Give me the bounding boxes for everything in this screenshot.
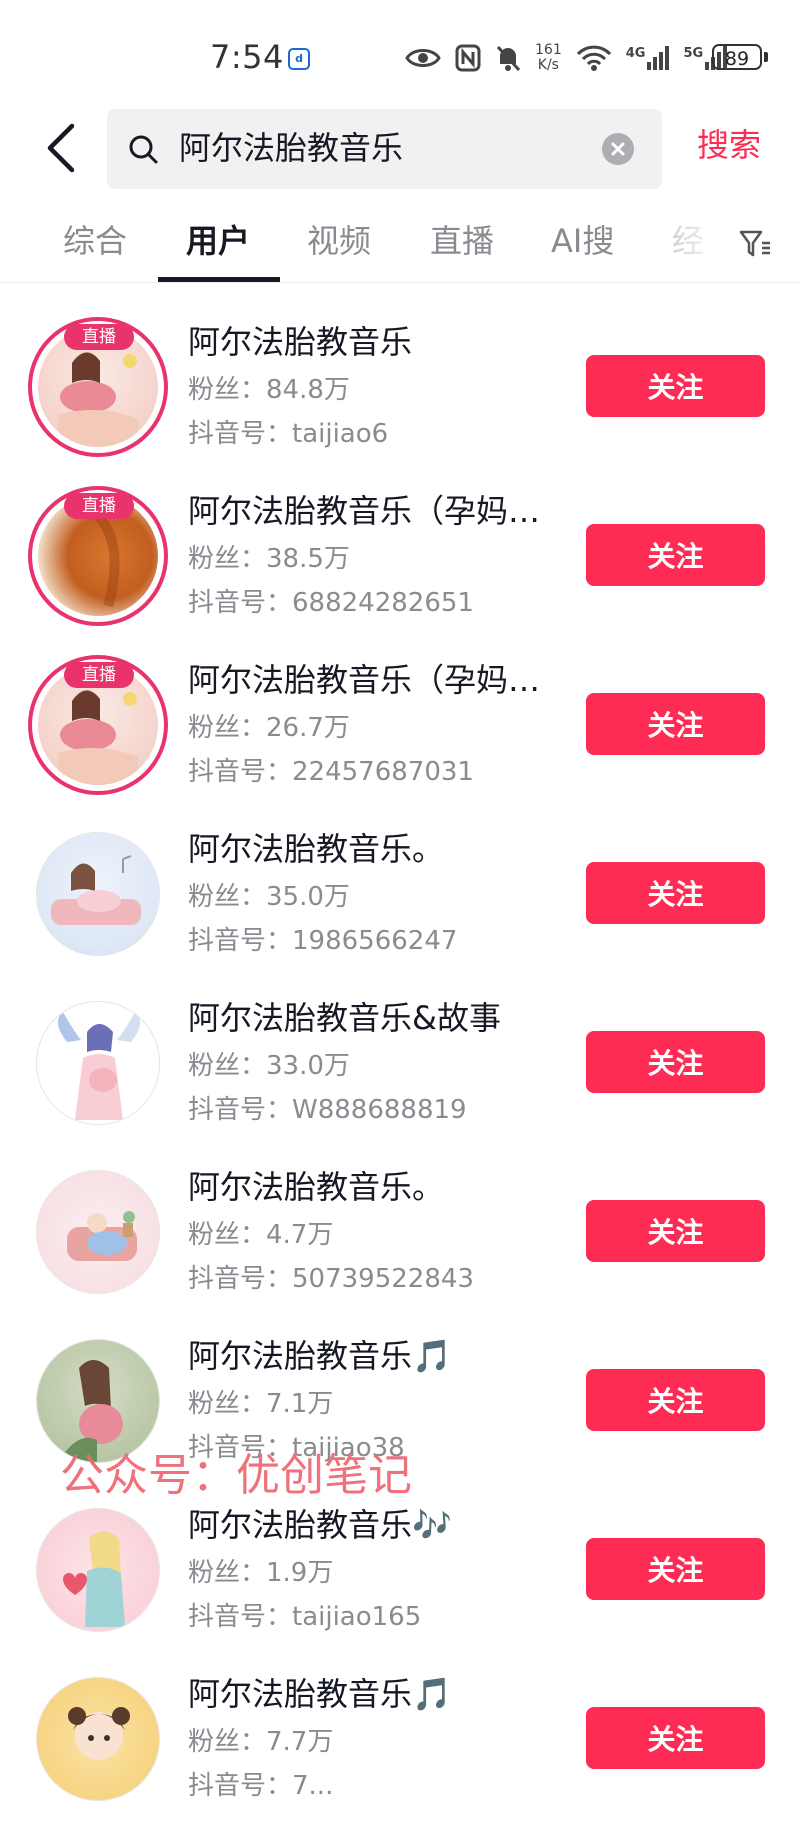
- network-speed-unit: K/s: [537, 57, 559, 73]
- fans-count: 粉丝：33.0万: [188, 1051, 350, 1081]
- search-button[interactable]: 搜索: [697, 125, 761, 165]
- battery-indicator: 89: [712, 44, 762, 70]
- user-name[interactable]: 阿尔法胎教音乐🎶: [188, 1503, 558, 1547]
- status-icons: 161 K/s 4G 5G: [405, 38, 728, 78]
- avatar-image: [36, 1001, 160, 1125]
- douyin-id: 抖音号：68824282651: [188, 588, 474, 618]
- watermark: 公众号：优创笔记: [60, 1450, 412, 1501]
- status-bar: 7:54 d 161 K/s 4G 5G 89: [0, 0, 800, 100]
- nfc-icon: [455, 44, 481, 72]
- fans-count: 粉丝：7.1万: [188, 1389, 334, 1419]
- list-item[interactable]: 阿尔法胎教音乐。 粉丝：4.7万 抖音号：50739522843 关注: [0, 1145, 800, 1314]
- avatar[interactable]: [28, 824, 168, 964]
- user-name[interactable]: 阿尔法胎教音乐（孕妈…: [188, 658, 558, 702]
- douyin-id: 抖音号：taijiao165: [188, 1602, 422, 1632]
- live-badge: 直播: [64, 324, 134, 350]
- avatar-image: [36, 832, 160, 956]
- follow-button[interactable]: 关注: [586, 1031, 765, 1093]
- signal-4g-label: 4G: [625, 46, 646, 61]
- fans-count: 粉丝：7.7万: [188, 1727, 334, 1757]
- tab-comprehensive[interactable]: 综合: [63, 221, 127, 261]
- douyin-id: 抖音号：7...: [188, 1771, 334, 1801]
- avatar-image: [36, 1339, 160, 1463]
- avatar[interactable]: [28, 1500, 168, 1640]
- list-item[interactable]: 阿尔法胎教音乐🎵 粉丝：7.7万 抖音号：7... 关注: [0, 1652, 800, 1821]
- wifi-icon: [576, 44, 612, 72]
- avatar[interactable]: [28, 1669, 168, 1809]
- fans-count: 粉丝：4.7万: [188, 1220, 334, 1250]
- user-name[interactable]: 阿尔法胎教音乐。: [188, 827, 558, 871]
- follow-button[interactable]: 关注: [586, 1200, 765, 1262]
- live-badge: 直播: [64, 662, 134, 688]
- fans-count: 粉丝：1.9万: [188, 1558, 334, 1588]
- eye-icon: [405, 46, 441, 70]
- user-name[interactable]: 阿尔法胎教音乐&故事: [188, 996, 558, 1040]
- signal-bars-icon: [647, 46, 670, 70]
- clear-icon[interactable]: [602, 133, 634, 165]
- fans-count: 粉丝：26.7万: [188, 713, 350, 743]
- active-tab-indicator: [158, 277, 280, 282]
- douyin-id: 抖音号：W888688819: [188, 1095, 467, 1125]
- search-input[interactable]: 阿尔法胎教音乐: [107, 109, 662, 189]
- status-time: 7:54: [210, 38, 284, 76]
- user-name[interactable]: 阿尔法胎教音乐（孕妈…: [188, 489, 558, 533]
- back-button[interactable]: [42, 122, 82, 174]
- list-item[interactable]: 阿尔法胎教音乐🎶 粉丝：1.9万 抖音号：taijiao165 关注: [0, 1483, 800, 1652]
- follow-button[interactable]: 关注: [586, 355, 765, 417]
- signal-5g-label: 5G: [683, 46, 704, 61]
- avatar[interactable]: [28, 993, 168, 1133]
- network-speed: 161 K/s: [535, 43, 562, 73]
- tab-ai-search[interactable]: AI搜: [551, 221, 614, 261]
- avatar[interactable]: 直播: [28, 655, 168, 795]
- user-name[interactable]: 阿尔法胎教音乐。: [188, 1165, 558, 1209]
- chevron-left-icon: [47, 123, 75, 173]
- result-tabs: 综合 用户 视频 直播 AI搜 经: [0, 205, 800, 283]
- douyin-id: 抖音号：22457687031: [188, 757, 474, 787]
- avatar-image: [36, 1170, 160, 1294]
- follow-button[interactable]: 关注: [586, 1538, 765, 1600]
- filter-icon[interactable]: [738, 227, 772, 261]
- list-item[interactable]: 阿尔法胎教音乐。 粉丝：35.0万 抖音号：1986566247 关注: [0, 807, 800, 976]
- fans-count: 粉丝：84.8万: [188, 375, 350, 405]
- avatar[interactable]: 直播: [28, 486, 168, 626]
- signal-4g: 4G: [626, 46, 670, 70]
- follow-button[interactable]: 关注: [586, 1369, 765, 1431]
- tab-videos[interactable]: 视频: [307, 221, 371, 261]
- avatar[interactable]: [28, 1162, 168, 1302]
- fans-count: 粉丝：35.0万: [188, 882, 350, 912]
- tab-users[interactable]: 用户: [186, 221, 250, 261]
- tab-live[interactable]: 直播: [430, 221, 494, 261]
- network-speed-value: 161: [535, 42, 562, 58]
- list-item[interactable]: 直播 阿尔法胎教音乐（孕妈… 粉丝：38.5万 抖音号：68824282651 …: [0, 469, 800, 638]
- search-icon: [129, 135, 158, 164]
- search-query: 阿尔法胎教音乐: [179, 129, 404, 167]
- app-notification-icon: d: [288, 48, 310, 70]
- user-name[interactable]: 阿尔法胎教音乐🎵: [188, 1334, 558, 1378]
- tab-fade: [665, 205, 735, 280]
- follow-button[interactable]: 关注: [586, 524, 765, 586]
- follow-button[interactable]: 关注: [586, 862, 765, 924]
- list-item[interactable]: 直播 阿尔法胎教音乐（孕妈… 粉丝：26.7万 抖音号：22457687031 …: [0, 638, 800, 807]
- avatar[interactable]: 直播: [28, 317, 168, 457]
- avatar-image: [36, 1677, 160, 1801]
- douyin-id: 抖音号：taijiao6: [188, 419, 389, 449]
- fans-count: 粉丝：38.5万: [188, 544, 350, 574]
- user-list: 直播 阿尔法胎教音乐 粉丝：84.8万 抖音号：taijiao6 关注 直播 阿…: [0, 300, 800, 1821]
- douyin-id: 抖音号：50739522843: [188, 1264, 474, 1294]
- avatar-image: [36, 1508, 160, 1632]
- bell-muted-icon: [495, 44, 521, 72]
- douyin-id: 抖音号：1986566247: [188, 926, 458, 956]
- follow-button[interactable]: 关注: [586, 1707, 765, 1769]
- list-item[interactable]: 阿尔法胎教音乐&故事 粉丝：33.0万 抖音号：W888688819 关注: [0, 976, 800, 1145]
- user-name[interactable]: 阿尔法胎教音乐🎵: [188, 1672, 558, 1716]
- battery-tip: [764, 52, 768, 62]
- live-badge: 直播: [64, 493, 134, 519]
- list-item[interactable]: 直播 阿尔法胎教音乐 粉丝：84.8万 抖音号：taijiao6 关注: [0, 300, 800, 469]
- follow-button[interactable]: 关注: [586, 693, 765, 755]
- user-name[interactable]: 阿尔法胎教音乐: [188, 320, 558, 364]
